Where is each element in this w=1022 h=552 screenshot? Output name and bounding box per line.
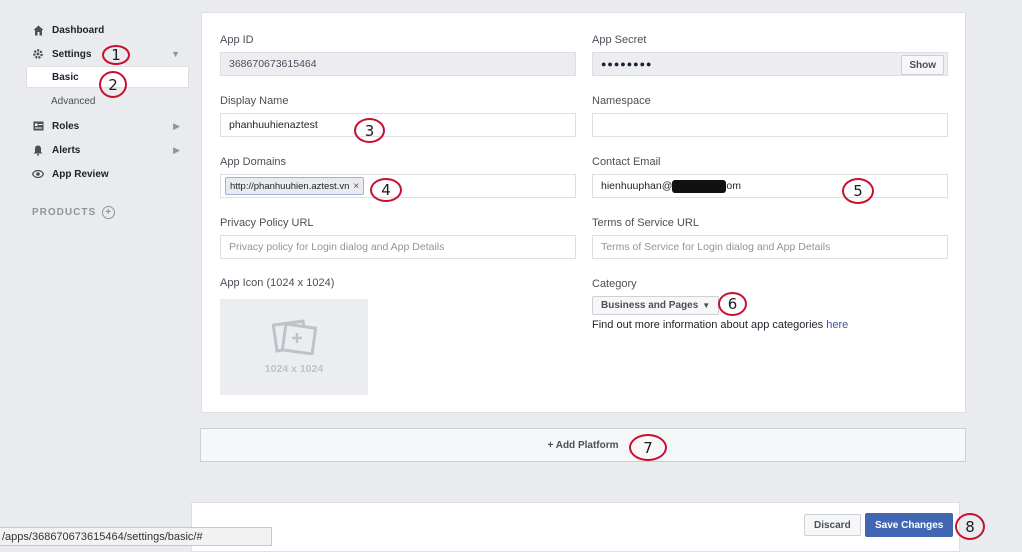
show-secret-button[interactable]: Show <box>901 55 944 75</box>
sidebar-item-label: Settings <box>52 48 92 60</box>
app-id-field: 368670673615464 <box>220 52 576 76</box>
category-note: Find out more information about app cate… <box>592 319 848 331</box>
namespace-input[interactable] <box>592 113 948 137</box>
annotation-marker-5: 5 <box>842 178 874 204</box>
app-icon-upload[interactable]: 1024 x 1024 <box>220 299 368 395</box>
chevron-down-icon: ▼ <box>702 301 711 310</box>
terms-of-service-placeholder: Terms of Service for Login dialog and Ap… <box>601 241 831 253</box>
app-secret-value: ●●●●●●●● <box>601 59 653 69</box>
display-name-value: phanhuuhienaztest <box>229 119 318 131</box>
category-note-text: Find out more information about app cate… <box>592 319 827 331</box>
bell-icon <box>32 144 44 156</box>
chevron-right-icon: ▶ <box>173 120 180 131</box>
terms-of-service-input[interactable]: Terms of Service for Login dialog and Ap… <box>592 235 948 259</box>
domain-token: http://phanhuuhien.aztest.vn × <box>225 177 365 195</box>
app-secret-label: App Secret <box>592 34 647 46</box>
annotation-marker-6: 6 <box>718 292 747 316</box>
footer-bar: Discard Save Changes <box>191 502 960 552</box>
domain-token-label: http://phanhuuhien.aztest.vn <box>230 180 350 192</box>
browser-status-url: /apps/368670673615464/settings/basic/# <box>0 527 272 546</box>
display-name-input[interactable]: phanhuuhienaztest <box>220 113 576 137</box>
products-label: PRODUCTS <box>32 207 97 218</box>
redaction-block <box>672 179 727 193</box>
annotation-marker-2: 2 <box>99 71 127 98</box>
contact-email-value-suffix: om <box>726 180 741 192</box>
category-value: Business and Pages <box>601 300 699 311</box>
sidebar-item-label: Alerts <box>52 144 81 156</box>
add-product-icon[interactable]: + <box>102 206 116 219</box>
contact-email-input[interactable]: hienhuuphan@ om <box>592 174 948 198</box>
sidebar-item-label: App Review <box>52 168 109 180</box>
chevron-down-icon: ▼ <box>171 49 180 59</box>
sidebar-item-roles[interactable]: Roles ▶ <box>26 115 188 137</box>
sidebar-subitem-label: Advanced <box>51 95 96 107</box>
remove-token-icon[interactable]: × <box>353 181 359 192</box>
chevron-right-icon: ▶ <box>173 144 180 155</box>
sidebar: Dashboard Settings ▼ Basic Advanced Role… <box>0 0 192 546</box>
annotation-marker-1: 1 <box>102 45 130 65</box>
display-name-label: Display Name <box>220 95 289 107</box>
contact-email-label: Contact Email <box>592 156 661 168</box>
discard-button[interactable]: Discard <box>804 514 861 536</box>
contact-email-value-prefix: hienhuuphan@ <box>601 180 673 192</box>
terms-of-service-label: Terms of Service URL <box>592 217 699 229</box>
home-icon <box>32 24 44 36</box>
status-url-text: /apps/368670673615464/settings/basic/# <box>2 530 203 543</box>
sidebar-item-label: Dashboard <box>52 24 105 36</box>
products-section: PRODUCTS + <box>32 206 116 219</box>
namespace-label: Namespace <box>592 95 651 107</box>
sidebar-subitem-label: Basic <box>52 71 79 83</box>
privacy-policy-input[interactable]: Privacy policy for Login dialog and App … <box>220 235 576 259</box>
app-id-label: App ID <box>220 34 254 46</box>
app-secret-field: ●●●●●●●● Show <box>592 52 948 76</box>
annotation-marker-3: 3 <box>354 118 385 143</box>
annotation-marker-8: 8 <box>955 513 985 540</box>
gear-icon <box>32 48 44 60</box>
category-here-link[interactable]: here <box>826 319 848 331</box>
app-icon-dimension: 1024 x 1024 <box>264 363 324 375</box>
sidebar-item-label: Roles <box>52 120 80 132</box>
app-icon-label: App Icon (1024 x 1024) <box>220 277 335 289</box>
sidebar-item-dashboard[interactable]: Dashboard <box>26 19 188 41</box>
basic-settings-card: App ID 368670673615464 App Secret ●●●●●●… <box>201 12 966 413</box>
annotation-marker-4: 4 <box>370 178 402 202</box>
add-platform-button[interactable]: + Add Platform <box>200 428 966 462</box>
image-placeholder-icon <box>271 319 317 355</box>
app-id-value: 368670673615464 <box>229 58 317 70</box>
category-label: Category <box>592 278 637 290</box>
privacy-policy-placeholder: Privacy policy for Login dialog and App … <box>229 241 445 253</box>
sidebar-item-app-review[interactable]: App Review <box>26 163 188 185</box>
sidebar-item-alerts[interactable]: Alerts ▶ <box>26 139 188 161</box>
privacy-policy-label: Privacy Policy URL <box>220 217 314 229</box>
category-dropdown[interactable]: Business and Pages ▼ <box>592 296 720 315</box>
eye-icon <box>32 168 44 180</box>
app-domains-label: App Domains <box>220 156 287 168</box>
add-platform-label: + Add Platform <box>547 439 619 451</box>
id-card-icon <box>32 120 44 132</box>
save-changes-button[interactable]: Save Changes <box>865 513 954 537</box>
annotation-marker-7: 7 <box>629 434 667 461</box>
